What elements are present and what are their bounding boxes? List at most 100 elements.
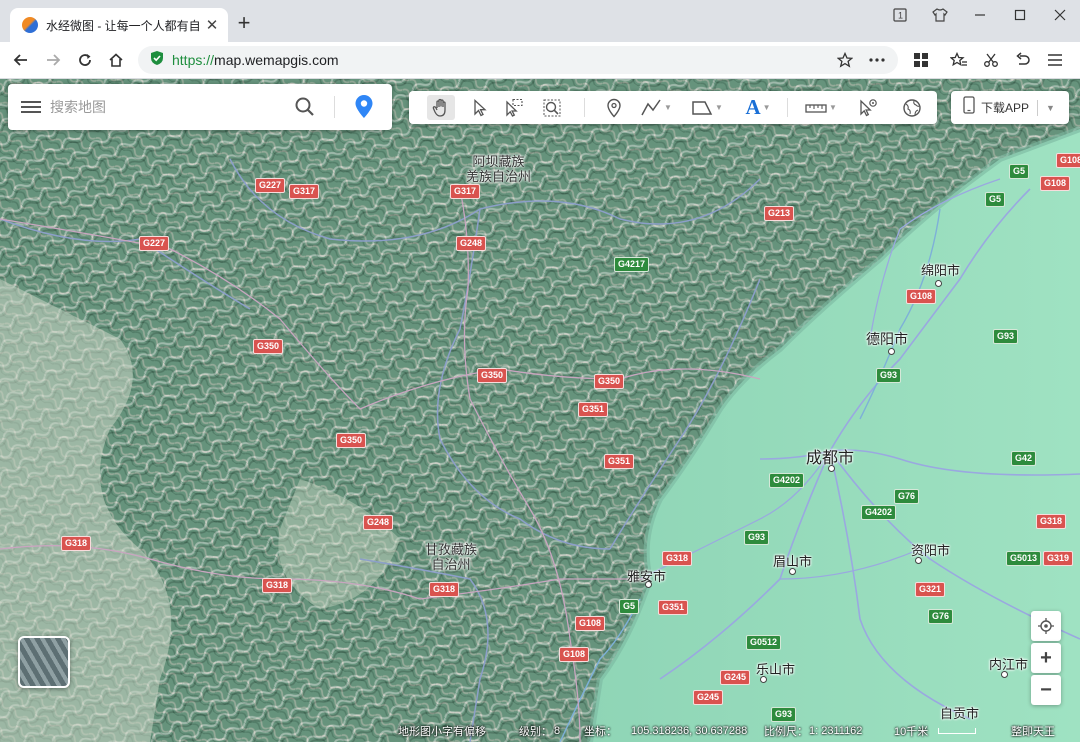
road-shield: G42 (1011, 451, 1037, 466)
marker-icon[interactable] (601, 95, 627, 120)
download-app-button[interactable]: 下载APP ▼ (951, 91, 1069, 124)
pointer-icon[interactable] (467, 95, 493, 120)
browser-tab[interactable]: 水经微图 - 让每一个人都有自 ✕ (10, 8, 228, 42)
road-shield: G4202 (769, 473, 805, 488)
scale-label: 比例尺： (764, 725, 808, 738)
road-shield: G350 (594, 374, 625, 389)
polygon-icon[interactable]: ▼ (687, 95, 727, 120)
road-shield: G245 (693, 690, 724, 705)
shield-check-icon (150, 50, 164, 71)
apps-icon[interactable] (908, 49, 934, 71)
coordinate-value: 105.318236, 30.637288 (631, 724, 748, 737)
road-shield: G108 (559, 647, 590, 662)
search-icon[interactable] (294, 96, 316, 118)
terrain-layer (0, 79, 1080, 742)
download-app-label: 下载APP (981, 101, 1030, 115)
place-label-mianyang: 绵阳市 (921, 263, 961, 278)
road-shield: G245 (720, 670, 751, 685)
window-controls: 1 (880, 0, 1080, 30)
city-dot (760, 676, 767, 683)
browser-window: 水经微图 - 让每一个人都有自 ✕ + 1 https://map.wemapg… (0, 0, 1080, 742)
tab-title: 水经微图 - 让每一个人都有自 (46, 18, 200, 33)
road-shield: G318 (262, 578, 293, 593)
zoom-level-label: 级别： (519, 725, 552, 738)
menu-icon[interactable] (1042, 49, 1068, 71)
city-dot (645, 581, 652, 588)
road-shield: G318 (61, 536, 92, 551)
reload-icon[interactable] (73, 49, 97, 71)
ruler-icon[interactable]: ▼ (801, 95, 841, 120)
road-shield: G248 (456, 236, 487, 251)
road-shield: G350 (477, 368, 508, 383)
address-toolbar: https://map.wemapgis.com (0, 42, 1080, 79)
road-shield: G108 (575, 616, 606, 631)
divider (334, 96, 335, 118)
city-dot (915, 557, 922, 564)
map-toolbar: ▼ ▼ A ▼ ▼ (409, 91, 937, 124)
tab-list-icon[interactable]: 1 (880, 0, 920, 30)
road-shield: G318 (1036, 514, 1067, 529)
zoom-out-button[interactable]: − (1031, 675, 1061, 705)
road-shield: G93 (993, 329, 1019, 344)
menu-icon[interactable] (21, 101, 41, 113)
search-panel (8, 84, 392, 130)
chevron-down-icon[interactable]: ▼ (1046, 103, 1055, 113)
map-canvas[interactable]: 阿坝藏族 羌族自治州 甘孜藏族 自治州 绵阳市 德阳市 成都市 眉山市 资阳市 … (0, 79, 1080, 742)
road-shield: G0512 (746, 635, 782, 650)
locate-icon[interactable] (1031, 611, 1061, 641)
road-shield: G108 (906, 289, 937, 304)
phone-icon (963, 96, 975, 119)
poi-query-icon[interactable] (855, 95, 881, 120)
road-shield: G93 (744, 530, 770, 545)
road-shield: G351 (658, 600, 689, 615)
location-pin-icon[interactable] (352, 94, 376, 120)
text-icon[interactable]: A ▼ (739, 95, 777, 120)
zoom-in-button[interactable]: + (1031, 643, 1061, 673)
road-shield: G319 (1043, 551, 1074, 566)
tab-strip: 水经微图 - 让每一个人都有自 ✕ + 1 (0, 0, 1080, 42)
plus-icon[interactable]: + (233, 12, 255, 35)
back-icon[interactable] (9, 49, 33, 71)
more-icon[interactable] (864, 49, 890, 71)
city-dot (789, 568, 796, 575)
road-shield: G351 (578, 402, 609, 417)
minimize-icon[interactable] (960, 0, 1000, 30)
close-icon[interactable]: ✕ (204, 17, 220, 34)
road-shield: G317 (289, 184, 320, 199)
coordinate-label: 坐标： (584, 725, 617, 738)
road-shield: G108 (1056, 153, 1080, 168)
road-shield: G350 (336, 433, 367, 448)
scale-bar-label: 10千米 (894, 725, 929, 738)
maximize-icon[interactable] (1000, 0, 1040, 30)
road-shield: G5 (1009, 164, 1030, 179)
polyline-icon[interactable]: ▼ (637, 95, 675, 120)
address-bar[interactable]: https://map.wemapgis.com (138, 46, 898, 74)
road-shield: G5013 (1006, 551, 1042, 566)
terrain-note: 地形图小字有偏移 (398, 725, 486, 738)
place-label-deyang: 德阳市 (866, 331, 908, 347)
shirt-icon[interactable] (920, 0, 960, 30)
city-dot (935, 280, 942, 287)
city-dot (1001, 671, 1008, 678)
scissors-icon[interactable] (978, 49, 1004, 71)
map-provider: 整即天王 (1011, 725, 1055, 738)
search-input[interactable] (50, 99, 290, 115)
home-icon[interactable] (104, 49, 128, 71)
select-box-icon[interactable] (501, 95, 527, 120)
road-shield: G351 (604, 454, 635, 469)
road-shield: G350 (253, 339, 284, 354)
layer-switcher[interactable] (18, 636, 70, 688)
globe-icon[interactable] (899, 95, 925, 120)
favorites-icon[interactable] (946, 49, 972, 71)
undo-icon[interactable] (1010, 49, 1036, 71)
close-window-icon[interactable] (1040, 0, 1080, 30)
favicon-icon (22, 17, 38, 33)
star-icon[interactable] (832, 49, 858, 71)
city-dot (828, 465, 835, 472)
zoom-box-icon[interactable] (539, 95, 565, 120)
road-shield: G76 (928, 609, 954, 624)
forward-icon[interactable] (41, 49, 65, 71)
divider (1037, 99, 1039, 116)
svg-text:1: 1 (898, 11, 903, 21)
hand-icon[interactable] (427, 95, 455, 120)
